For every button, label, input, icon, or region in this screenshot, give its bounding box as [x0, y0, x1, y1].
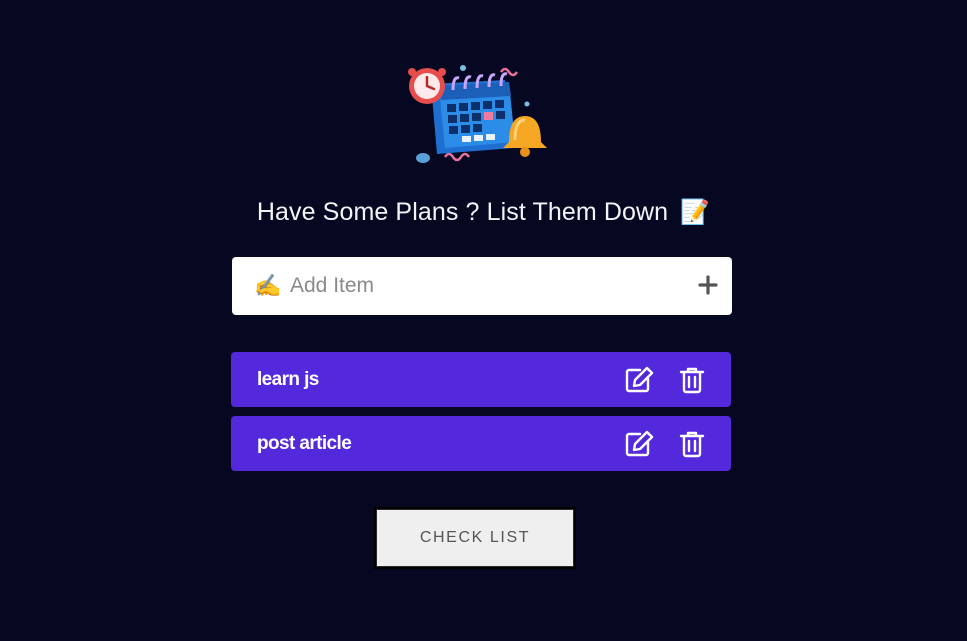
- add-item-box: ✍️: [232, 257, 732, 315]
- edit-icon[interactable]: [624, 429, 654, 459]
- trash-icon[interactable]: [677, 365, 707, 395]
- item-label: learn js: [257, 368, 319, 390]
- memo-icon: 📝: [680, 199, 711, 226]
- trash-icon[interactable]: [677, 429, 707, 459]
- heading-text: Have Some Plans ? List Them Down: [256, 198, 669, 226]
- list-item: learn js: [231, 352, 731, 407]
- calendar-hero-icon: [405, 62, 551, 168]
- edit-icon[interactable]: [624, 365, 654, 395]
- list-item: post article: [231, 416, 731, 471]
- page-heading: Have Some Plans ? List Them Down 📝: [0, 198, 967, 227]
- check-list-button[interactable]: CHECK LIST: [374, 507, 576, 569]
- item-label: post article: [257, 432, 352, 454]
- plus-icon[interactable]: [698, 275, 718, 295]
- add-item-input[interactable]: [288, 265, 672, 307]
- writing-hand-icon: ✍️: [254, 273, 282, 298]
